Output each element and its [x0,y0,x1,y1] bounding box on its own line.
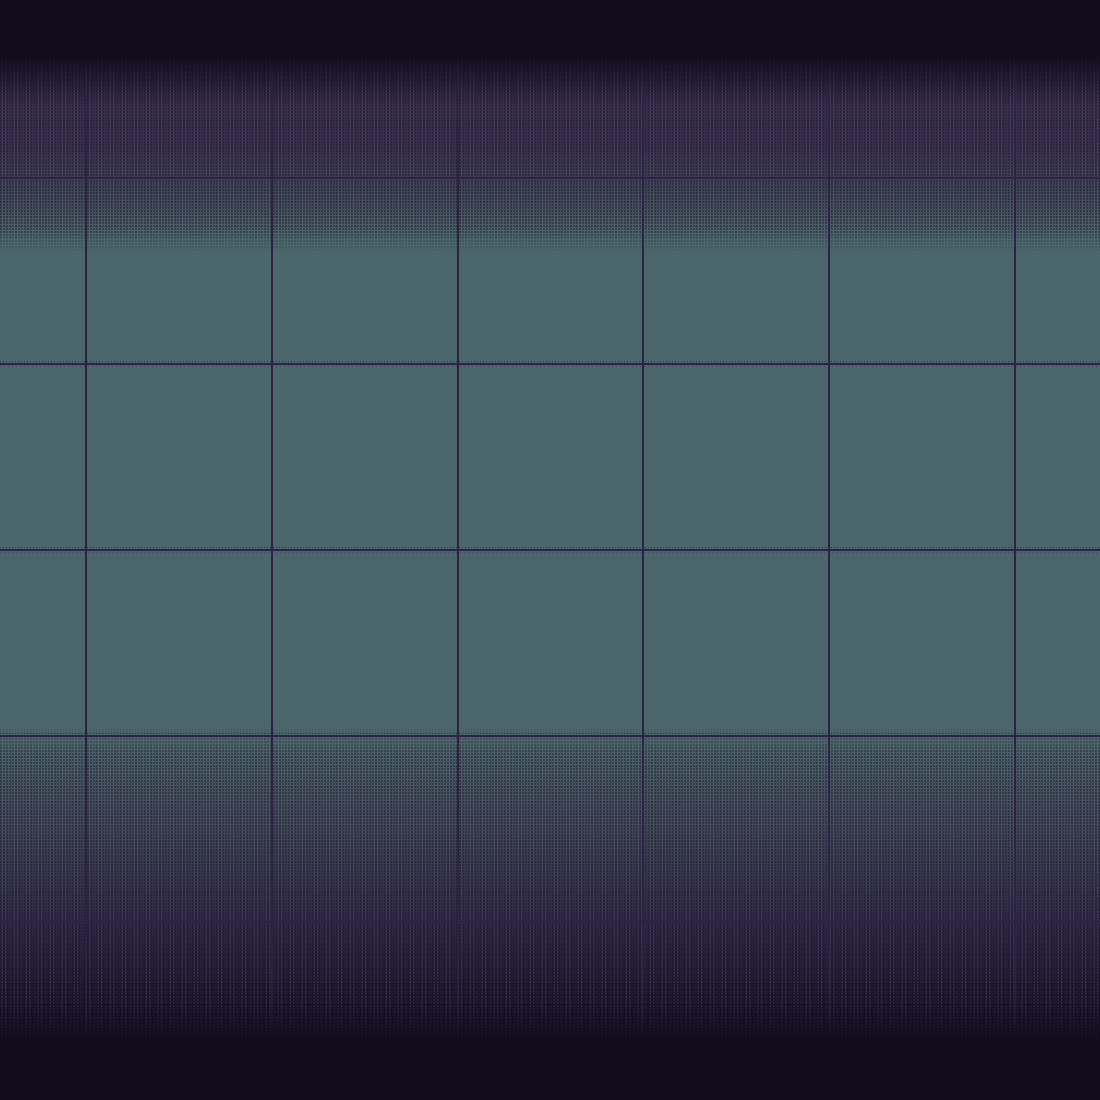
dither-noise-overlay [0,0,1100,1100]
grid-line-vertical-2 [271,0,273,1100]
grid-line-horizontal-4 [0,735,1100,737]
grid-line-vertical-6 [1014,0,1016,1100]
grid-line-horizontal-2 [0,363,1100,365]
grid-lines [0,0,1100,1100]
grid-line-horizontal-3 [0,549,1100,551]
dithered-grid-background [0,0,1100,1100]
grid-line-vertical-5 [828,0,830,1100]
grid-line-vertical-1 [85,0,87,1100]
grid-line-vertical-4 [642,0,644,1100]
grid-line-horizontal-5 [0,921,1100,923]
grid-line-horizontal-1 [0,177,1100,179]
grid-line-vertical-3 [457,0,459,1100]
